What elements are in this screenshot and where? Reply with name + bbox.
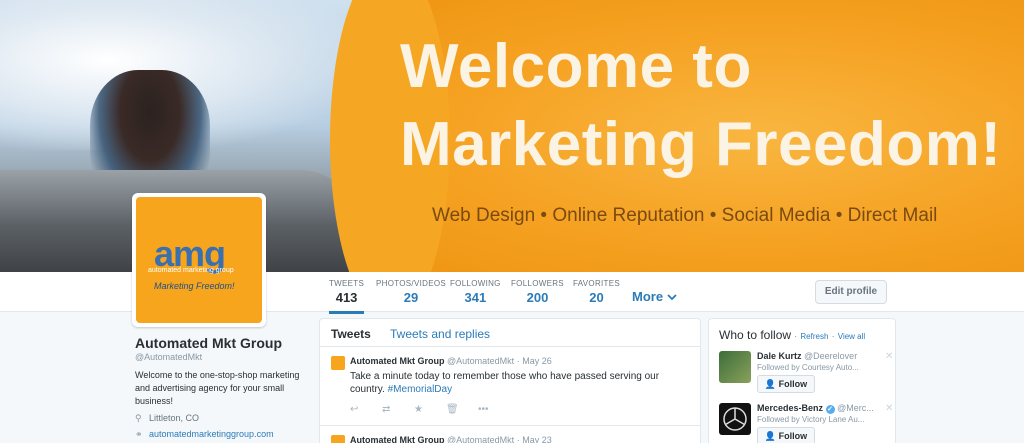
hashtag-link[interactable]: #MemorialDay [388, 384, 452, 395]
view-all-link[interactable]: View all [838, 332, 865, 341]
tweet-avatar[interactable] [331, 356, 345, 370]
suggestion-followed-by: Followed by Victory Lane Au... [757, 415, 865, 424]
stat-followers[interactable]: FOLLOWERS 200 [511, 279, 564, 305]
suggestion-avatar[interactable] [719, 403, 751, 435]
banner-subtitle: Web Design • Online Reputation • Social … [432, 205, 938, 226]
tweet-text: Take a minute today to remember those wh… [350, 371, 660, 395]
location-pin-icon: ⚲ [135, 413, 142, 423]
mercedes-logo-icon [723, 407, 747, 431]
tweet[interactable]: Automated Mkt Group @AutomatedMkt · May … [320, 348, 700, 426]
profile-handle: @AutomatedMkt [135, 352, 203, 362]
close-icon[interactable]: ✕ [885, 351, 893, 362]
logo-tagline: Marketing Freedom! [154, 281, 235, 291]
delete-icon[interactable]: 🗑 [446, 404, 478, 415]
tweet-header[interactable]: Automated Mkt Group @AutomatedMkt · May … [350, 356, 552, 366]
more-menu[interactable]: More [632, 289, 677, 304]
follow-user-icon: 👤 [764, 431, 777, 441]
suggestion-name[interactable]: Dale Kurtz @Deerelover [757, 351, 857, 361]
more-icon[interactable]: ••• [478, 404, 510, 415]
favorite-icon[interactable]: ★ [414, 404, 446, 415]
tab-tweets[interactable]: Tweets [331, 327, 371, 341]
logo-subtext: automated marketing group [148, 267, 234, 274]
verified-icon: ✓ [825, 405, 835, 414]
tweet-actions: ↩ ⇄ ★ 🗑 ••• [350, 404, 510, 415]
link-icon: ⚭ [135, 429, 143, 439]
tweet-avatar[interactable] [331, 435, 345, 443]
stat-favorites[interactable]: FAVORITES 20 [573, 279, 620, 305]
avatar[interactable]: amg automated marketing group Marketing … [132, 193, 266, 327]
chevron-down-icon [667, 294, 677, 301]
who-to-follow-header: Who to follow · Refresh · View all [719, 328, 866, 342]
suggestion-followed-by: Followed by Courtesy Auto... [757, 363, 859, 372]
retweet-icon[interactable]: ⇄ [382, 404, 414, 415]
timeline-tabs: Tweets Tweets and replies [320, 319, 700, 347]
tweet[interactable]: Automated Mkt Group @AutomatedMkt · May … [320, 427, 700, 443]
reply-icon[interactable]: ↩ [350, 404, 382, 415]
edit-profile-button[interactable]: Edit profile [815, 280, 887, 304]
close-icon[interactable]: ✕ [885, 403, 893, 414]
profile-name[interactable]: Automated Mkt Group [135, 335, 282, 351]
stat-following[interactable]: FOLLOWING 341 [450, 279, 501, 305]
profile-location: ⚲ Littleton, CO [135, 413, 200, 423]
stat-photos-videos[interactable]: PHOTOS/VIDEOS 29 [376, 279, 446, 305]
who-to-follow: Who to follow · Refresh · View all Dale … [708, 318, 896, 443]
follow-button[interactable]: 👤 Follow [757, 427, 815, 443]
tab-tweets-and-replies[interactable]: Tweets and replies [390, 327, 490, 341]
timeline: Tweets Tweets and replies Automated Mkt … [319, 318, 701, 443]
refresh-link[interactable]: Refresh [800, 332, 828, 341]
suggestion-avatar[interactable] [719, 351, 751, 383]
stat-tweets[interactable]: TWEETS 413 [329, 279, 365, 314]
profile-url[interactable]: ⚭ automatedmarketinggroup.com [135, 429, 274, 440]
banner-title: Welcome to Marketing Freedom! [400, 32, 1002, 179]
tweet-header[interactable]: Automated Mkt Group @AutomatedMkt · May … [350, 435, 552, 443]
follow-user-icon: 👤 [764, 379, 777, 389]
follow-button[interactable]: 👤 Follow [757, 375, 815, 393]
suggestion-name[interactable]: Mercedes-Benz ✓ @Merc... [757, 403, 874, 414]
profile-bio: Welcome to the one-stop-shop marketing a… [135, 370, 300, 406]
